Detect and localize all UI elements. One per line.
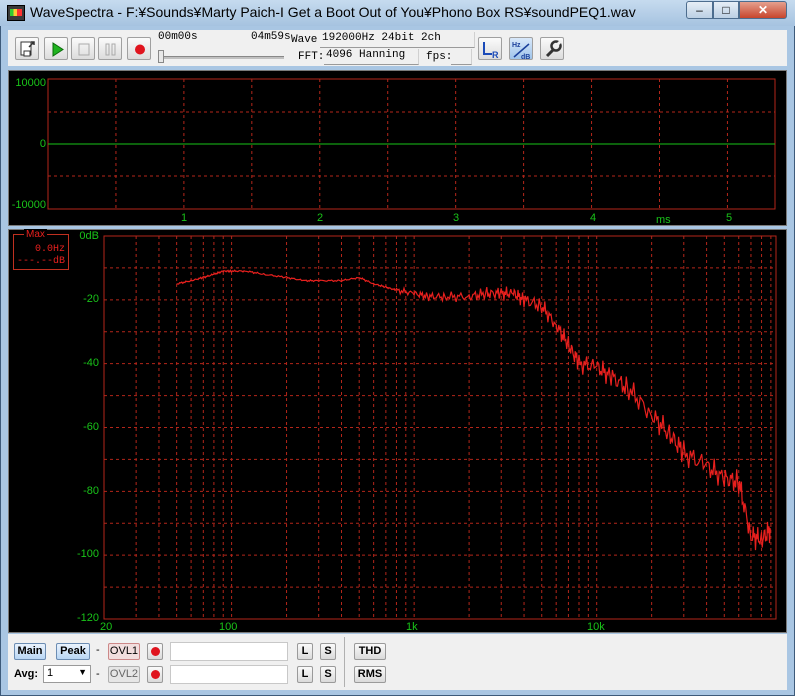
- time-start: 00m00s: [158, 31, 198, 43]
- spec-x-label: 20: [100, 621, 113, 633]
- wave-x-label: 2: [317, 212, 324, 224]
- spectrum-trace: [176, 269, 772, 551]
- spec-y-label: -80: [83, 485, 99, 497]
- title-bar: WaveSpectra - F:¥Sounds¥Marty Paich-I Ge…: [0, 0, 795, 26]
- slider-track: [160, 56, 284, 59]
- bottom-control-bar: Main Peak - OVL1 L S THD Avg: 1 ▼ - OVL2…: [8, 634, 787, 690]
- ovl2-record-button[interactable]: [147, 666, 163, 683]
- pause-icon: [105, 43, 116, 56]
- peak-level: ---.--dB: [16, 256, 65, 267]
- chevron-down-icon: ▼: [78, 667, 87, 677]
- avg-select[interactable]: 1 ▼: [43, 665, 91, 683]
- peak-readout-title: Max: [24, 229, 47, 240]
- main-button[interactable]: Main: [14, 643, 46, 660]
- spectrum-plot: [103, 235, 777, 620]
- record-icon: [151, 670, 160, 679]
- wave-y-label: 0: [39, 138, 46, 150]
- minimize-button[interactable]: –: [686, 1, 713, 19]
- settings-wrench-icon: [545, 39, 563, 58]
- waveform-panel: 10000 0 -10000 1 2 3 4 5 ms: [8, 70, 787, 226]
- spec-y-label: -100: [76, 548, 99, 560]
- spec-x-label: 100: [219, 621, 238, 633]
- time-end: 04m59s: [251, 31, 291, 43]
- spec-y-label: -20: [83, 293, 99, 305]
- peak-readout-box: Max 0.0Hz ---.--dB: [13, 229, 69, 270]
- app-icon: [7, 5, 25, 21]
- position-slider[interactable]: [158, 50, 286, 64]
- stop-button[interactable]: [71, 37, 95, 60]
- record-icon: [135, 44, 145, 55]
- avg-label: Avg:: [14, 668, 39, 680]
- dash-separator: -: [96, 668, 100, 680]
- window-title: WaveSpectra - F:¥Sounds¥Marty Paich-I Ge…: [30, 4, 636, 20]
- svg-text:dB: dB: [521, 54, 530, 61]
- spec-y-label: -40: [83, 357, 99, 369]
- play-button[interactable]: [44, 37, 68, 60]
- close-button[interactable]: ✕: [739, 1, 787, 19]
- spec-y-label: -120: [76, 612, 99, 624]
- wave-format-field: 192000Hz 24bit 2ch: [320, 32, 475, 48]
- settings-button[interactable]: [540, 37, 564, 60]
- wave-x-unit: ms: [656, 214, 671, 226]
- spec-y-label: -60: [83, 421, 99, 433]
- dash-separator: -: [96, 644, 100, 656]
- ovl2-name-field[interactable]: [170, 665, 288, 684]
- wave-x-label: 1: [181, 212, 188, 224]
- fft-label: FFT:: [298, 51, 325, 63]
- spec-y-label: 0dB: [79, 230, 99, 242]
- record-icon: [151, 647, 160, 656]
- spec-x-label: 1k: [406, 621, 418, 633]
- divider: [344, 637, 345, 687]
- ovl2-load-button[interactable]: L: [297, 666, 313, 683]
- pause-button[interactable]: [98, 37, 122, 60]
- hz-db-scale-icon: Hz dB: [512, 42, 530, 61]
- rms-button[interactable]: RMS: [354, 666, 386, 683]
- wave-x-label: 5: [726, 212, 733, 224]
- wave-y-label: -10000: [11, 199, 46, 211]
- ovl1-load-button[interactable]: L: [297, 643, 313, 660]
- maximize-button[interactable]: □: [713, 1, 739, 19]
- open-file-button[interactable]: [15, 37, 39, 60]
- ovl1-record-button[interactable]: [147, 643, 163, 660]
- open-file-icon: [20, 41, 35, 57]
- spectrum-panel: Max 0.0Hz ---.--dB 0dB -20 -40 -60 -80 -…: [8, 229, 787, 633]
- lr-channel-icon: R: [483, 42, 499, 60]
- ovl2-button[interactable]: OVL2: [108, 666, 140, 683]
- ovl2-save-button[interactable]: S: [320, 666, 336, 683]
- avg-select-value: 1: [47, 667, 54, 679]
- fps-field: [451, 49, 472, 65]
- lr-channel-button[interactable]: R: [478, 37, 502, 60]
- spec-x-label: 10k: [587, 621, 605, 633]
- ovl1-name-field[interactable]: [170, 642, 288, 661]
- spectrum-grid: [104, 236, 776, 619]
- play-icon: [52, 42, 64, 57]
- svg-text:R: R: [492, 50, 499, 60]
- record-button[interactable]: [127, 37, 151, 60]
- slider-thumb[interactable]: [158, 50, 164, 63]
- wave-x-label: 3: [453, 212, 460, 224]
- ovl1-save-button[interactable]: S: [320, 643, 336, 660]
- hz-db-scale-button[interactable]: Hz dB: [509, 37, 533, 61]
- fft-setting-field: 4096 Hanning: [324, 49, 419, 65]
- svg-text:Hz: Hz: [512, 42, 521, 49]
- toolbar: 00m00s 04m59s Wave: 192000Hz 24bit 2ch F…: [8, 30, 787, 66]
- ovl1-button[interactable]: OVL1: [108, 643, 140, 660]
- thd-button[interactable]: THD: [354, 643, 386, 660]
- wave-x-label: 4: [590, 212, 597, 224]
- stop-icon: [78, 43, 90, 56]
- wave-y-label: 10000: [15, 77, 46, 89]
- peak-frequency: 0.0Hz: [34, 244, 65, 255]
- peak-button[interactable]: Peak: [56, 643, 90, 660]
- fps-label: fps:: [426, 51, 453, 63]
- waveform-plot: [47, 78, 776, 210]
